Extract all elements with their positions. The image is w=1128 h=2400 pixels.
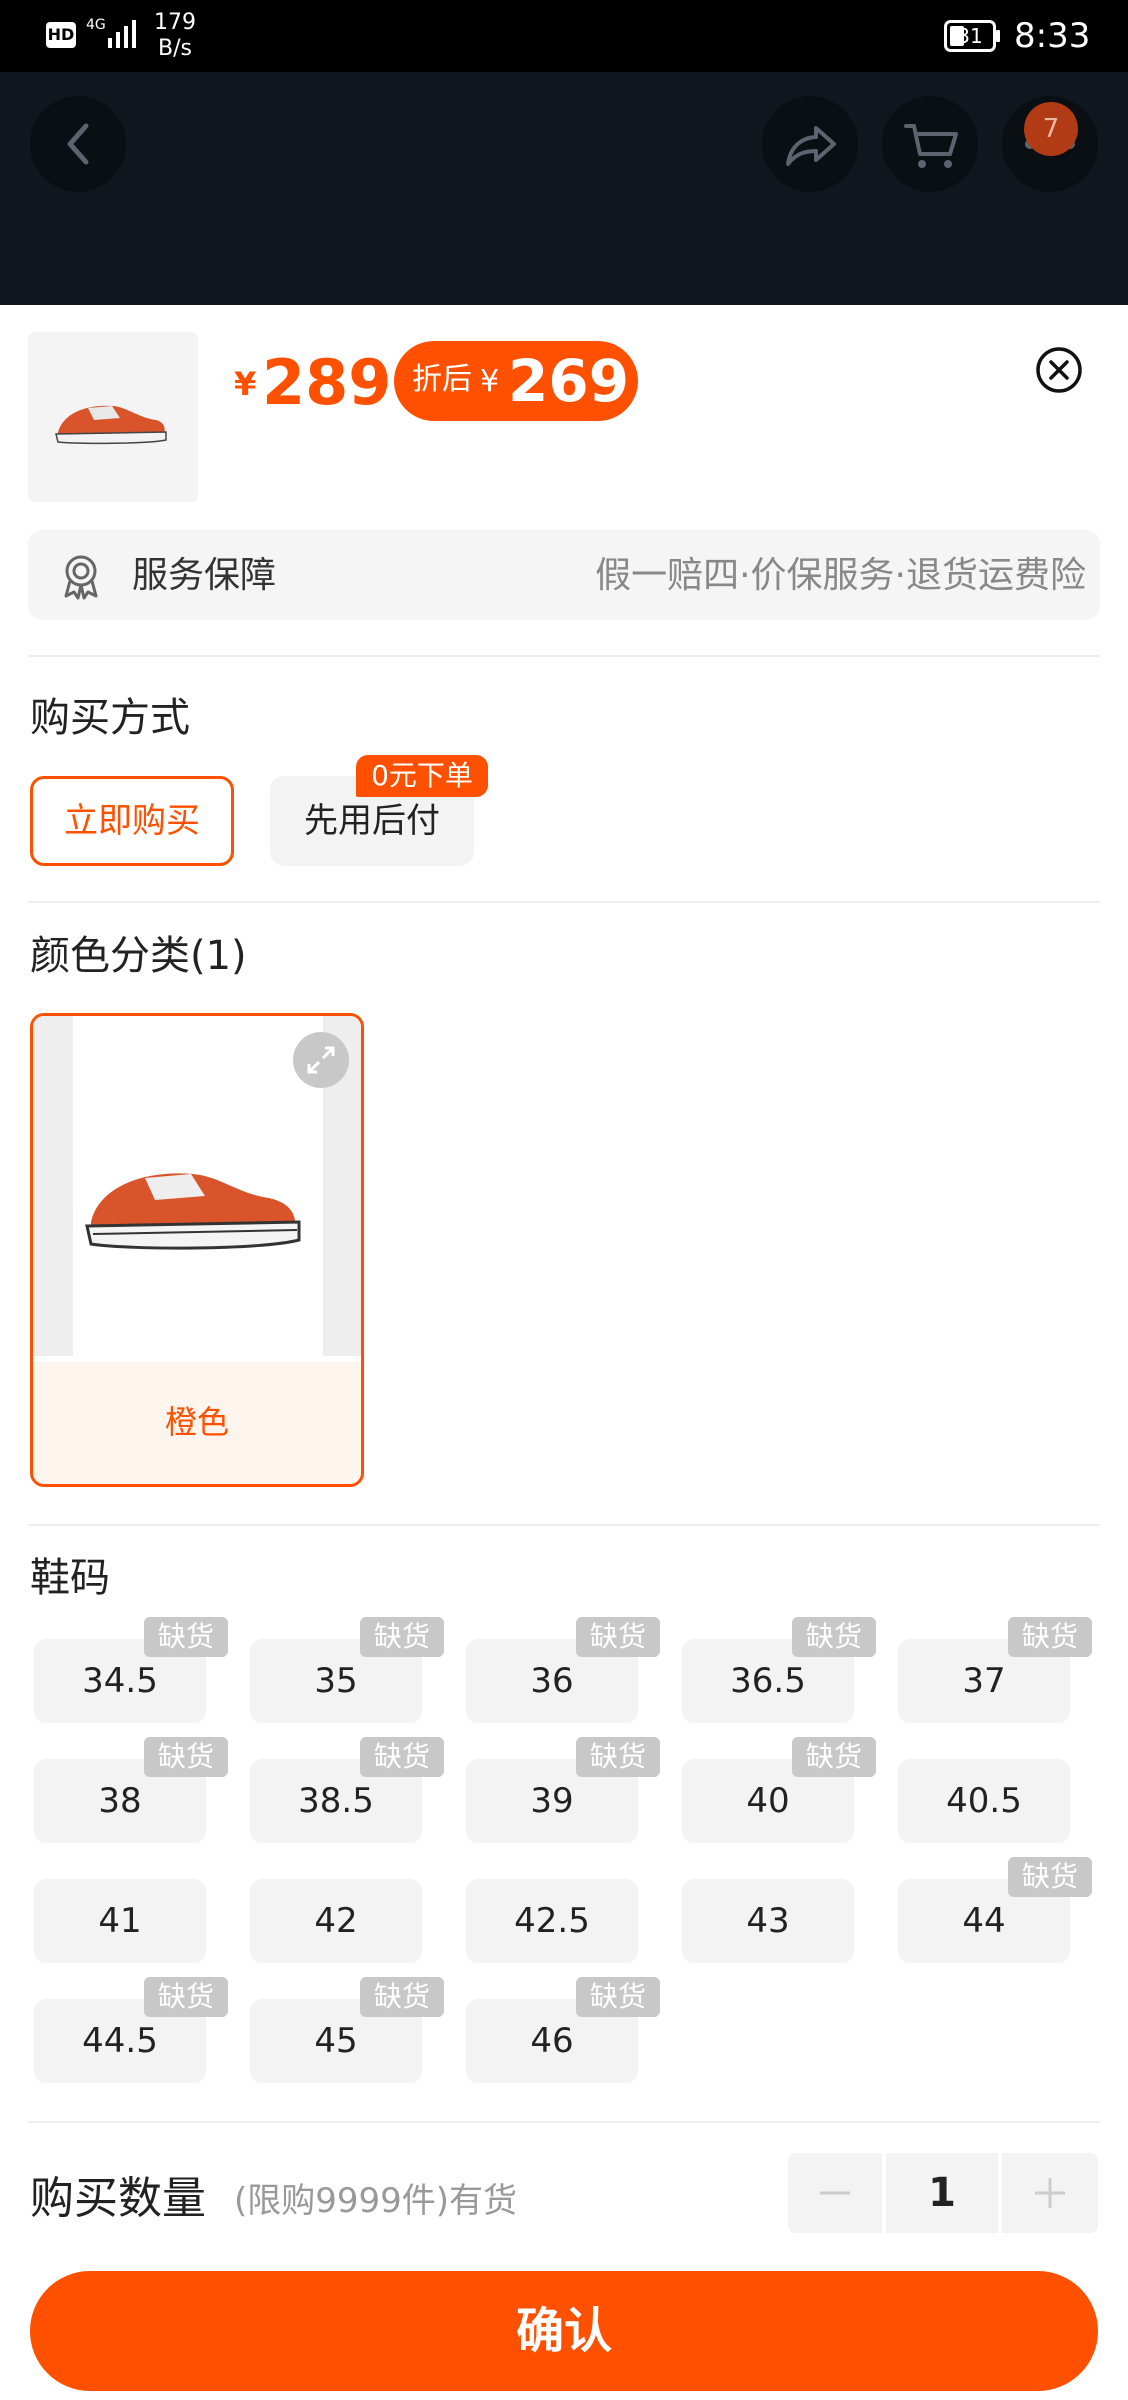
color-option-orange[interactable]: 橙色 (30, 1013, 364, 1487)
color-option-label-area: 橙色 (33, 1362, 361, 1484)
color-option-image (33, 1016, 361, 1362)
out-of-stock-tag: 缺货 (792, 1737, 876, 1777)
service-guarantee-bar[interactable]: 服务保障 假一赔四·价保服务·退货运费险 (28, 530, 1100, 620)
out-of-stock-tag: 缺货 (576, 1617, 660, 1657)
out-of-stock-tag: 缺货 (360, 1617, 444, 1657)
quantity-limit: (限购9999件)有货 (234, 2181, 518, 2221)
out-of-stock-tag: 缺货 (144, 1737, 228, 1777)
size-title: 鞋码 (30, 1555, 110, 1601)
back-button[interactable] (30, 96, 126, 192)
discount-price: 269 (508, 347, 630, 415)
color-option-label: 橙色 (164, 1403, 229, 1441)
discount-label: 折后 (412, 362, 472, 397)
discount-currency: ¥ (480, 364, 500, 399)
expand-icon (307, 1046, 335, 1074)
size-option[interactable]: 42 (250, 1879, 422, 1963)
quantity-increase-button[interactable] (1002, 2153, 1098, 2233)
back-icon (67, 123, 89, 165)
quantity-title: 购买数量 (30, 2173, 206, 2224)
cart-icon (904, 124, 958, 168)
page-header-dimmed: 7 (0, 72, 1128, 305)
service-title: 服务保障 (132, 555, 277, 596)
out-of-stock-tag: 缺货 (576, 1737, 660, 1777)
option-buy-now[interactable]: 立即购买 (30, 776, 234, 866)
network-type: 4G (86, 17, 106, 33)
cart-count-badge: 7 (1024, 102, 1078, 156)
divider (28, 901, 1100, 903)
close-icon (1036, 347, 1082, 393)
image-border-left (33, 1016, 73, 1356)
speed-value: 179 (154, 10, 196, 35)
size-option[interactable]: 42.5 (466, 1879, 638, 1963)
out-of-stock-tag: 缺货 (360, 1737, 444, 1777)
badge-ribbon-icon (64, 555, 98, 600)
price-currency: ¥ (234, 365, 257, 403)
signal-icon (108, 20, 136, 48)
cart-button[interactable] (882, 96, 978, 192)
confirm-button[interactable]: 确认 (30, 2271, 1098, 2391)
close-button[interactable] (1034, 345, 1084, 395)
out-of-stock-tag: 缺货 (1008, 1857, 1092, 1897)
purchase-method-title: 购买方式 (30, 695, 190, 741)
hd-indicator: HD (46, 22, 76, 48)
discount-price-pill: 折后 ¥ 269 (394, 341, 638, 421)
shoe-image (55, 405, 167, 445)
out-of-stock-tag: 缺货 (144, 1617, 228, 1657)
out-of-stock-tag: 缺货 (360, 1977, 444, 2017)
share-button[interactable] (762, 96, 858, 192)
price-value: 289 (262, 346, 392, 419)
size-option[interactable]: 43 (682, 1879, 854, 1963)
out-of-stock-tag: 缺货 (1008, 1617, 1092, 1657)
size-option[interactable]: 40.5 (898, 1759, 1070, 1843)
divider (28, 655, 1100, 657)
size-option[interactable]: 41 (34, 1879, 206, 1963)
battery-level: 31 (957, 24, 983, 48)
service-items: 假一赔四·价保服务·退货运费险 (595, 555, 1086, 596)
status-bar: HD 4G 179 B/s 31 8:33 (0, 0, 1128, 72)
divider (28, 2121, 1100, 2123)
clock: 8:33 (1014, 16, 1091, 56)
zero-down-tag: 0元下单 (356, 755, 488, 797)
product-thumbnail[interactable] (28, 332, 198, 502)
plus-icon (1035, 2178, 1065, 2208)
sku-selector-sheet: ¥ 289 折后 ¥ 269 服务保障 假一赔四·价保服务·退货运费险 购买方式… (0, 305, 1128, 2400)
out-of-stock-tag: 缺货 (144, 1977, 228, 2017)
quantity-decrease-button[interactable] (788, 2153, 882, 2233)
network-speed: 179 B/s (154, 10, 196, 62)
color-title: 颜色分类(1) (30, 933, 247, 979)
share-icon (786, 126, 836, 166)
out-of-stock-tag: 缺货 (576, 1977, 660, 2017)
expand-image-button[interactable] (293, 1032, 349, 1088)
minus-icon (820, 2191, 850, 2195)
quantity-value[interactable]: 1 (886, 2153, 998, 2233)
out-of-stock-tag: 缺货 (792, 1617, 876, 1657)
speed-unit: B/s (158, 36, 192, 61)
divider (28, 1524, 1100, 1526)
